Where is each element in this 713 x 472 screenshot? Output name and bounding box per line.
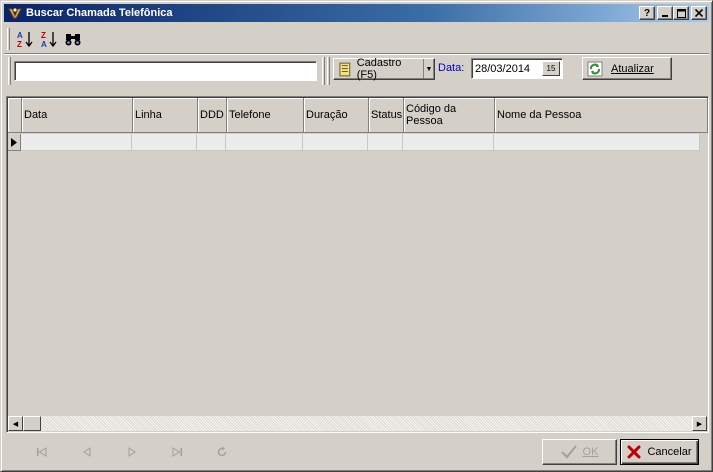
close-button[interactable] [691, 6, 707, 20]
scroll-track[interactable] [41, 416, 692, 431]
header-indicator [8, 98, 22, 133]
column-header[interactable]: Código da Pessoa [404, 98, 495, 133]
toolbar2-grip[interactable] [327, 57, 330, 85]
results-grid[interactable]: Data Linha DDD Telefone Duração Status C… [6, 96, 709, 433]
svg-text:Z: Z [17, 40, 22, 48]
table-cell[interactable] [368, 134, 403, 151]
column-header[interactable]: Linha [133, 98, 198, 133]
chevron-down-icon[interactable]: ▼ [423, 59, 434, 79]
first-record-icon[interactable] [19, 441, 64, 463]
maximize-button[interactable] [673, 6, 689, 20]
table-cell[interactable] [494, 134, 700, 151]
scroll-thumb[interactable] [23, 416, 41, 431]
cancel-x-icon [627, 445, 641, 459]
check-icon [560, 445, 577, 459]
column-header[interactable]: Status [369, 98, 404, 133]
app-icon [7, 6, 23, 20]
binoculars-icon[interactable] [62, 28, 84, 50]
scroll-left-icon[interactable]: ◀ [8, 416, 23, 431]
window-title: Buscar Chamada Telefônica [26, 7, 173, 19]
refresh-button[interactable]: Atualizar [582, 57, 672, 80]
row-indicator-icon [8, 134, 21, 151]
svg-text:A: A [17, 31, 23, 40]
column-header[interactable]: Duração [304, 98, 369, 133]
help-button[interactable]: ? [639, 6, 655, 20]
title-bar[interactable]: Buscar Chamada Telefônica ? [4, 4, 709, 22]
prior-record-icon[interactable] [64, 441, 109, 463]
table-cell[interactable] [403, 134, 494, 151]
date-label: Data: [438, 62, 465, 74]
toolbar: A Z Z A [7, 27, 86, 51]
column-header[interactable]: DDD [198, 98, 227, 133]
cadastro-label: Cadastro (F5) [356, 57, 402, 81]
main-window: Buscar Chamada Telefônica ? A Z Z A Cada… [0, 0, 713, 472]
date-field[interactable]: 28/03/2014 15 [471, 58, 563, 79]
svg-text:Z: Z [41, 31, 46, 40]
ok-button[interactable]: OK [542, 439, 617, 465]
toolbar-grip[interactable] [7, 28, 10, 50]
cancel-button[interactable]: Cancelar [620, 439, 699, 465]
scroll-right-icon[interactable]: ▶ [692, 416, 707, 431]
cadastro-button[interactable]: Cadastro (F5) [334, 57, 423, 81]
toolbar-divider [4, 53, 709, 55]
record-navigator [19, 441, 244, 463]
register-book-icon [339, 62, 351, 76]
search-grip[interactable] [8, 57, 11, 85]
grid-header: Data Linha DDD Telefone Duração Status C… [8, 98, 708, 133]
minimize-button[interactable] [657, 6, 673, 20]
refresh-icon [587, 61, 603, 76]
svg-text:A: A [41, 40, 47, 48]
refresh-label: Atualizar [611, 62, 654, 75]
table-cell[interactable] [21, 134, 132, 151]
table-cell[interactable] [303, 134, 368, 151]
sort-descending-icon[interactable]: Z A [38, 28, 60, 50]
sort-ascending-icon[interactable]: A Z [14, 28, 36, 50]
calendar-icon[interactable]: 15 [542, 61, 560, 76]
cadastro-dropdown-button[interactable]: Cadastro (F5) ▼ [333, 57, 435, 81]
table-cell[interactable] [197, 134, 226, 151]
search-input[interactable] [14, 61, 317, 81]
column-header[interactable]: Telefone [227, 98, 304, 133]
table-cell[interactable] [132, 134, 197, 151]
date-value[interactable]: 28/03/2014 [475, 63, 542, 75]
table-cell[interactable] [226, 134, 303, 151]
horizontal-scrollbar[interactable]: ◀ ▶ [8, 416, 707, 431]
table-row[interactable] [8, 134, 700, 151]
cancel-label: Cancelar [647, 446, 692, 458]
column-header[interactable]: Data [22, 98, 133, 133]
column-header[interactable]: Nome da Pessoa [495, 98, 708, 133]
toolbar2-divider [322, 57, 325, 85]
next-record-icon[interactable] [109, 441, 154, 463]
last-record-icon[interactable] [154, 441, 199, 463]
ok-label: OK [582, 446, 599, 458]
refresh-record-icon[interactable] [199, 441, 244, 463]
